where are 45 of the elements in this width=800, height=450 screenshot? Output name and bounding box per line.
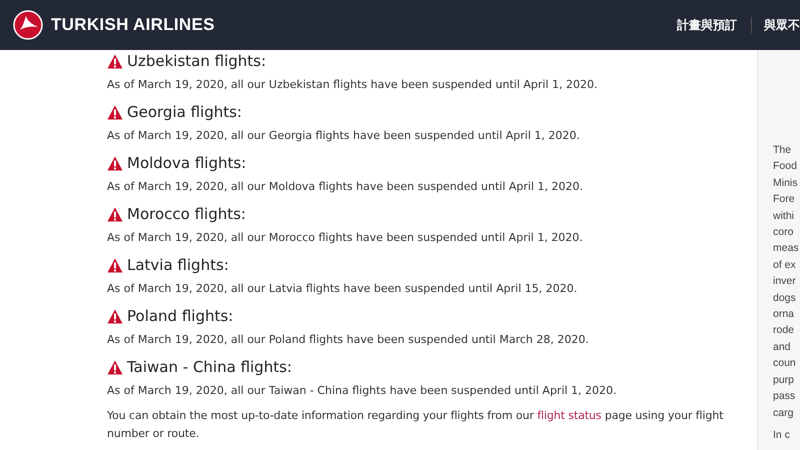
notice-text: As of March 19, 2020, all our Morocco flights have been suspended until April 1, 2020. (107, 231, 584, 244)
notice-heading: Latvia flights: (127, 256, 229, 274)
warning-icon (107, 206, 123, 222)
notice-heading: Uzbekistan flights: (127, 52, 266, 70)
sidebar-text: carg (773, 406, 794, 420)
flight-status-link[interactable]: flight status (537, 409, 602, 422)
sidebar-text: pass (773, 389, 796, 404)
sidebar-text: Minis (773, 176, 799, 191)
warning-icon (107, 104, 123, 120)
notice-text: As of March 19, 2020, all our Uzbekistan flights have been suspended until April 1, 2020. (107, 78, 599, 91)
notice-text: As of March 19, 2020, all our Moldova flights have been suspended until April 1, 2020. (107, 180, 584, 193)
notice-text: As of March 19, 2020, all our Taiwan - China flights have been suspended until April 1, 2020. (107, 384, 618, 397)
sidebar-text: The (773, 143, 792, 158)
sidebar-text: orna (773, 307, 796, 322)
sidebar-text: withi (773, 208, 796, 224)
info-paragraph: You can obtain the most up-to-date information regarding your flights from our flight status page using your flight number or route. (107, 408, 724, 442)
notice-text: As of March 19, 2020, all our Georgia flights have been suspended until April 1, 2020. (107, 129, 581, 142)
notice-text: As of March 19, 2020, all our Latvia flights have been suspended until April 15, 2020. (107, 282, 578, 295)
bird-logo-icon (13, 10, 43, 40)
sidebar-text: In c (773, 428, 791, 443)
nav-link[interactable]: 與眾不 (764, 16, 800, 34)
brand-name: TURKISH AIRLINES (51, 15, 215, 35)
warning-icon (107, 308, 123, 324)
notice-heading: Poland flights: (127, 307, 234, 325)
sidebar-text: meas (773, 241, 800, 256)
notice-heading: Georgia flights: (127, 103, 242, 121)
notice-heading: Moldova flights: (127, 154, 246, 172)
warning-icon (107, 156, 123, 170)
sidebar-text: rode (773, 323, 796, 338)
sidebar-text: purp (773, 372, 796, 388)
sidebar-text: Food (773, 159, 798, 174)
sidebar-text: coun (773, 356, 797, 372)
notice-heading: Taiwan - China flights: (127, 358, 292, 376)
nav-link[interactable]: 計畫與預訂 (677, 16, 737, 34)
sidebar-text: dogs (773, 290, 797, 306)
notice-text: As of March 19, 2020, all our Poland flights have been suspended until March 28, 2020. (107, 333, 590, 346)
sidebar-text: and (773, 340, 792, 355)
sidebar-text: inver (773, 274, 797, 290)
warning-icon (107, 258, 123, 272)
sidebar-text: Fore (773, 192, 796, 208)
notice-heading: Morocco flights: (127, 205, 246, 223)
sidebar-text: of ex (773, 258, 797, 273)
warning-icon (107, 360, 123, 374)
sidebar-text: coro (773, 225, 794, 240)
warning-icon (107, 54, 123, 68)
